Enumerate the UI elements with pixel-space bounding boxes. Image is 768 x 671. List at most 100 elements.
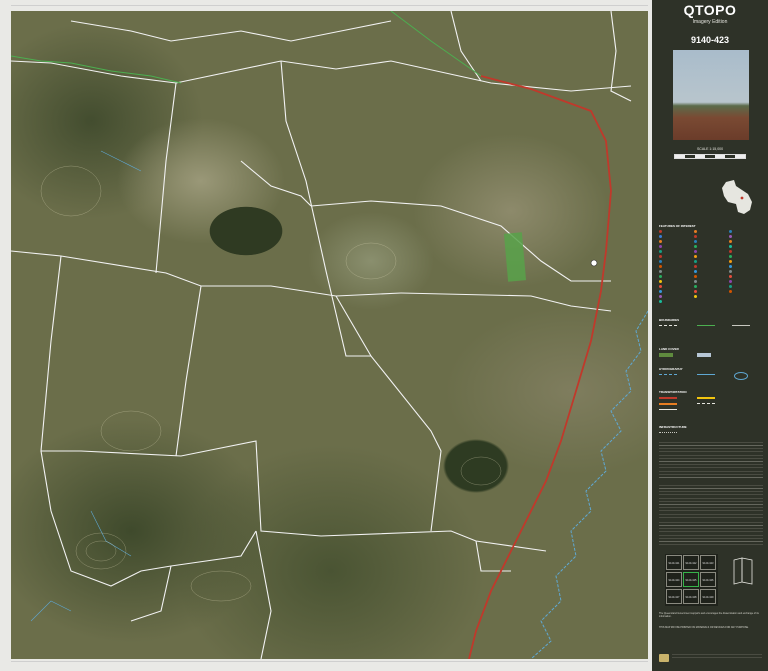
green-paddock: [503, 232, 527, 282]
property-line-sample: [732, 325, 750, 328]
land-cover-heading: LAND COVER: [659, 347, 679, 351]
transportation-heading: TRANSPORTATION: [659, 390, 687, 394]
track-sample: [697, 403, 715, 406]
legend-symbol: [694, 240, 697, 243]
map-fold-icon: [733, 557, 753, 585]
legend-symbols: [659, 228, 763, 313]
index-cell[interactable]: 9140-427: [666, 589, 682, 604]
legend-symbol: [729, 265, 732, 268]
legend-symbol: [729, 230, 732, 233]
legend-symbol: [729, 275, 732, 278]
aerial-imagery-map[interactable]: [11, 11, 648, 659]
copyright-text: The Queensland Government supports and e…: [659, 612, 759, 618]
index-cell[interactable]: 9140-423: [700, 555, 716, 570]
legend-symbol: [729, 290, 732, 293]
legend-symbol: [694, 230, 697, 233]
scale-label: SCALE 1:15,000: [696, 147, 724, 151]
legend-symbol: [659, 255, 662, 258]
legend-symbol: [729, 270, 732, 273]
road-sample-4: [697, 397, 715, 399]
locality-line-sample: [697, 325, 715, 328]
legend-symbol: [659, 230, 662, 233]
legend-symbol: [694, 270, 697, 273]
legend-symbol: [659, 240, 662, 243]
legend-symbol: [729, 280, 732, 283]
legend-symbol: [659, 235, 662, 238]
legend-symbol: [694, 260, 697, 263]
legend-symbol: [694, 235, 697, 238]
legend-symbol: [694, 290, 697, 293]
vegetation-sample: [659, 353, 673, 357]
legend-symbol: [694, 245, 697, 248]
map-frame: [0, 0, 652, 671]
property-boundaries: [11, 11, 632, 659]
legend-symbol: [694, 285, 697, 288]
legend-symbol: [694, 255, 697, 258]
legend-symbol: [729, 255, 732, 258]
legend-symbol: [659, 295, 662, 298]
index-cell[interactable]: 9140-421: [666, 555, 682, 570]
footer-text-block: [672, 654, 762, 660]
road-sample-2: [659, 403, 677, 405]
legend-panel: QTOPO Imagery Edition 9140-423 SCALE 1:1…: [652, 0, 768, 671]
index-cell-current[interactable]: 9140-425: [683, 572, 699, 587]
legend-symbol: [694, 265, 697, 268]
road-sample-3: [659, 409, 677, 410]
disclaimer-text-block-1: [659, 442, 763, 480]
map-overlay: [11, 11, 648, 659]
edition-label: Imagery Edition: [692, 19, 728, 25]
boundaries-heading: BOUNDARIES: [659, 318, 680, 322]
scale-bar: [674, 154, 746, 159]
disclaimer-text-block-3: [659, 522, 763, 546]
index-cell[interactable]: 9140-426: [700, 572, 716, 587]
brand-title: QTOPO: [683, 2, 737, 18]
landmark-marker: [590, 259, 598, 267]
index-cell[interactable]: 9140-422: [683, 555, 699, 570]
cover-photo: [673, 50, 749, 140]
queensland-government-logo: [659, 654, 669, 662]
legend-symbol: [694, 280, 697, 283]
legend-symbol: [659, 260, 662, 263]
legend-symbol: [729, 235, 732, 238]
legend-symbol: [729, 250, 732, 253]
locality-boundary-ne: [390, 11, 482, 77]
index-cell[interactable]: 9140-428: [683, 589, 699, 604]
legend-symbol: [729, 240, 732, 243]
road-sample-1: [659, 397, 677, 399]
disclaimer-text-block-2: [659, 485, 763, 519]
legend-symbol: [659, 285, 662, 288]
map-sheet-id: 9140-423: [690, 35, 730, 45]
infrastructure-heading: INFRASTRUCTURE: [659, 425, 687, 429]
legend-symbol: [659, 275, 662, 278]
index-cell[interactable]: 9140-429: [700, 589, 716, 604]
legend-symbol: [694, 295, 697, 298]
queensland-locator-icon: [722, 180, 752, 214]
water-area-sample: [697, 353, 711, 357]
hydrography-heading: HYDROGRAPHY: [659, 367, 683, 371]
contour-lines: [40, 165, 502, 602]
legend-symbol: [659, 245, 662, 248]
stream-sample: [659, 374, 677, 377]
top-grid-edge: [11, 5, 648, 6]
legend-symbol: [659, 280, 662, 283]
locality-boundary-top: [11, 55, 182, 84]
legend-symbol: [659, 290, 662, 293]
legend-symbol: [729, 285, 732, 288]
legend-symbol: [659, 270, 662, 273]
boundary-line-sample: [659, 325, 677, 328]
powerline-sample: [659, 432, 677, 435]
river-sample: [697, 374, 715, 377]
minor-stream-2: [90, 510, 132, 557]
adjoining-sheets-index: 9140-421 9140-422 9140-423 9140-424 9140…: [665, 554, 718, 606]
legend-symbol: [659, 250, 662, 253]
print-note: THIS MAP MAY BE PRINTED ON MATERIALS OR …: [659, 626, 749, 629]
legend-symbol: [694, 275, 697, 278]
minor-stream-3: [30, 600, 72, 622]
waterbody-sample: [734, 372, 748, 380]
legend-symbol: [659, 300, 662, 303]
legend-symbol: [729, 245, 732, 248]
legend-symbol: [729, 260, 732, 263]
index-cell[interactable]: 9140-424: [666, 572, 682, 587]
legend-symbol: [659, 265, 662, 268]
creek: [530, 310, 648, 659]
